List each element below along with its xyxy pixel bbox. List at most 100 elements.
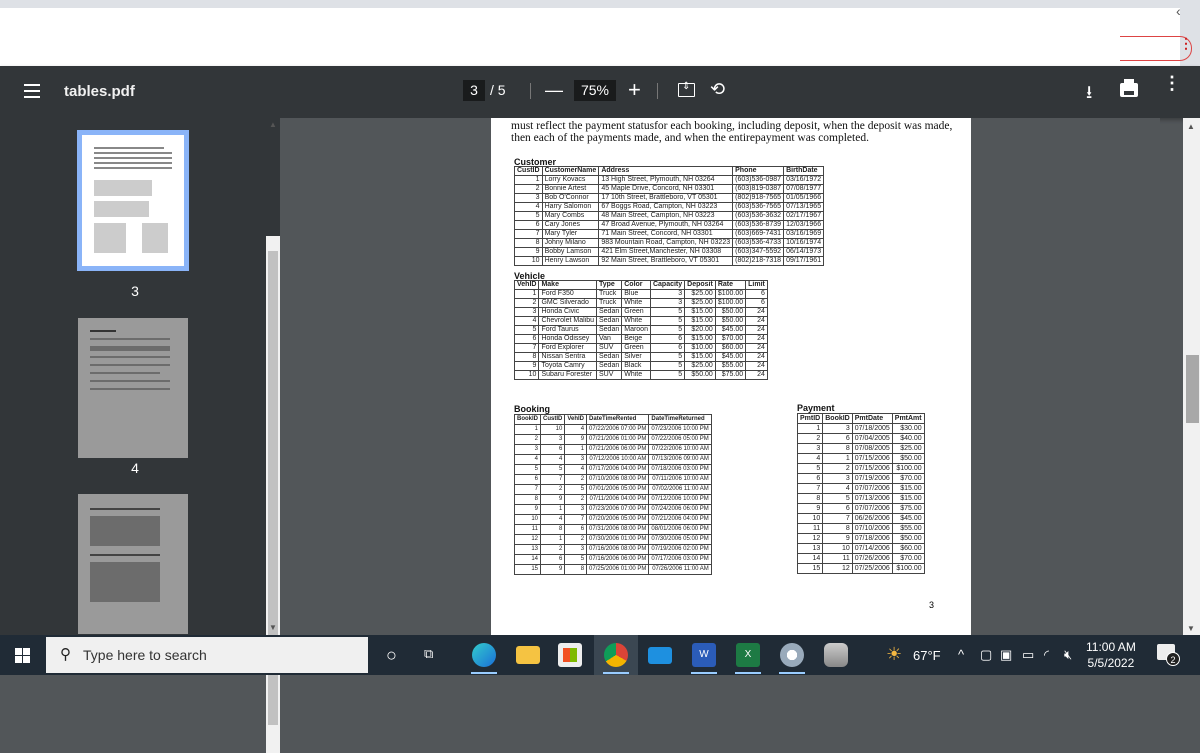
edge-icon[interactable] [472,643,496,667]
table-cell: 5 [649,370,686,380]
table-row: 14 6 5 07/16/2006 06:00 PM 07/17/2006 03:00 … [514,554,712,565]
wifi-icon[interactable]: ◜ [1044,647,1049,663]
more-vert-icon[interactable]: ⋮ [1179,36,1193,50]
store-icon[interactable] [558,643,582,667]
notification-icon[interactable]: 2 [1157,644,1180,666]
table-cell: 3 [564,544,588,555]
more-vert-icon[interactable]: ⋮ [1163,74,1181,92]
weather-icon[interactable]: ☀ [886,644,902,665]
table-cell: 2 [564,534,588,545]
table-cell: $55.00 [891,523,925,534]
paint-icon[interactable] [780,643,804,667]
zoom-in-button[interactable]: + [628,77,641,103]
table-row: 4 Chevrolet Malibu Sedan White 5 $15.00 $50.00… [513,316,768,326]
table-cell: 07/12/2006 10:00 AM [586,454,650,465]
table-cell: $70.00 [891,473,925,484]
table-cell: 2 [539,484,566,495]
table-row: 11 8 6 07/31/2006 08:00 PM 08/01/2006 06:00 … [514,524,712,535]
table-cell: 07/18/2006 03:00 PM [648,464,712,475]
chevron-up-icon[interactable]: ^ [958,647,964,662]
table-cell: Subaru Forester [538,370,597,380]
meet-icon[interactable]: ▢ [980,647,992,663]
table-cell: 4 [564,464,588,475]
chevron-left-icon[interactable]: ‹ [1176,3,1181,19]
table-cell: 8 [514,238,543,248]
table-cell: 07/19/2006 02:00 PM [648,544,712,555]
thumbnail-page-3[interactable] [77,130,189,271]
database-icon[interactable] [824,643,848,667]
table-cell: 2 [564,494,588,505]
table-cell: 07/26/2006 11:00 AM [648,564,712,575]
table-cell: 4 [514,202,543,212]
chrome-icon[interactable] [604,643,628,667]
scroll-up-arrow-icon[interactable]: ▲ [1187,122,1195,131]
table-cell: $50.00 [714,316,747,326]
table-cell: (603)819-0387 [732,184,785,194]
table-cell: (603)536-3632 [732,211,785,221]
word-icon[interactable]: W [692,643,716,667]
column-header: BookID [514,414,541,425]
thumbnail-page-5[interactable] [78,494,188,634]
table-row: 10 7 06/26/2006 $45.00 [796,513,925,524]
customer-table: CustID CustomerName Address Phone BirthDate 1… [514,166,825,266]
weather-temp[interactable]: 67°F [913,648,941,663]
table-cell: 7 [539,474,566,485]
zoom-level-input[interactable]: 75% [574,80,616,101]
zoom-out-button[interactable]: — [545,80,563,101]
battery-icon[interactable]: ▭ [1022,647,1034,663]
table-cell: 5 [649,316,686,326]
table-row: 13 10 07/14/2006 $60.00 [796,543,925,554]
table-cell: 07/22/2006 10:00 AM [648,444,712,455]
scroll-down-arrow-icon[interactable]: ▼ [1187,624,1195,633]
table-cell: Honda Odissey [538,334,597,344]
table-cell: 12 [514,534,541,545]
task-view-icon[interactable]: ⧉ [424,646,433,662]
browser-address-area [0,8,1180,66]
main-scroll-thumb[interactable] [1186,355,1199,423]
table-row: 1 10 4 07/22/2006 07:00 PM 07/23/2006 10:00 … [514,424,712,435]
display-icon[interactable]: ▣ [1000,647,1012,663]
page-number-input[interactable]: 3 [463,80,485,101]
file-explorer-icon[interactable] [516,646,540,664]
table-cell: $15.00 [684,352,716,362]
cortana-icon[interactable]: ○ [386,645,397,666]
taskbar-search-box[interactable]: ⚲ Type here to search [46,637,368,673]
page-total: / 5 [490,82,506,98]
column-header: PmtAmt [891,413,925,424]
print-icon[interactable] [1120,79,1138,97]
table-cell: 09/17/1961 [783,256,825,266]
hamburger-icon[interactable] [24,84,40,98]
table-cell: 08/01/2006 06:00 PM [648,524,712,535]
table-header-row: PmtID BookID PmtDate PmtAmt [796,413,925,424]
rotate-icon[interactable]: ⟲ [710,79,725,100]
scroll-down-arrow-icon[interactable]: ▼ [269,623,277,632]
download-icon[interactable]: ⭳ [1086,80,1092,110]
taskbar-clock[interactable]: 11:00 AM 5/5/2022 [1086,639,1136,671]
table-cell: 10 [514,514,541,525]
excel-icon[interactable]: X [736,643,760,667]
thumbnail-page-4[interactable] [78,318,188,458]
search-icon: ⚲ [60,646,71,663]
windows-start-icon[interactable] [15,648,30,663]
table-cell: 07/30/2006 01:00 PM [586,534,650,545]
volume-muted-icon[interactable]: 🔇︎ [1064,647,1072,663]
table-cell: 07/10/2006 08:00 PM [586,474,650,485]
thumbnail-label: 4 [131,460,139,476]
table-cell: 07/21/2006 06:00 PM [586,444,650,455]
table-row: 3 8 07/08/2005 $25.00 [796,443,925,454]
table-cell: $15.00 [891,483,925,494]
mail-icon[interactable] [648,647,672,664]
scroll-up-arrow-icon[interactable]: ▲ [269,120,277,129]
table-cell: Honda Civic [538,307,597,317]
booking-table: BookID CustID VehID DateTimeRented DateTimeR… [514,414,712,575]
table-cell: 6 [822,433,853,444]
table-cell: $40.00 [891,433,925,444]
extension-pill[interactable]: ⋮ [1120,36,1193,61]
table-cell: 8 [564,564,588,575]
table-cell: $100.00 [714,289,747,299]
table-cell: 07/01/2006 05:00 PM [586,484,650,495]
table-cell: 6 [514,474,541,485]
fit-to-page-icon[interactable] [678,81,695,97]
payment-table: PmtID BookID PmtDate PmtAmt 1 3 07/18/2005 $30.… [796,413,925,574]
table-cell: 07/31/2006 08:00 PM [586,524,650,535]
